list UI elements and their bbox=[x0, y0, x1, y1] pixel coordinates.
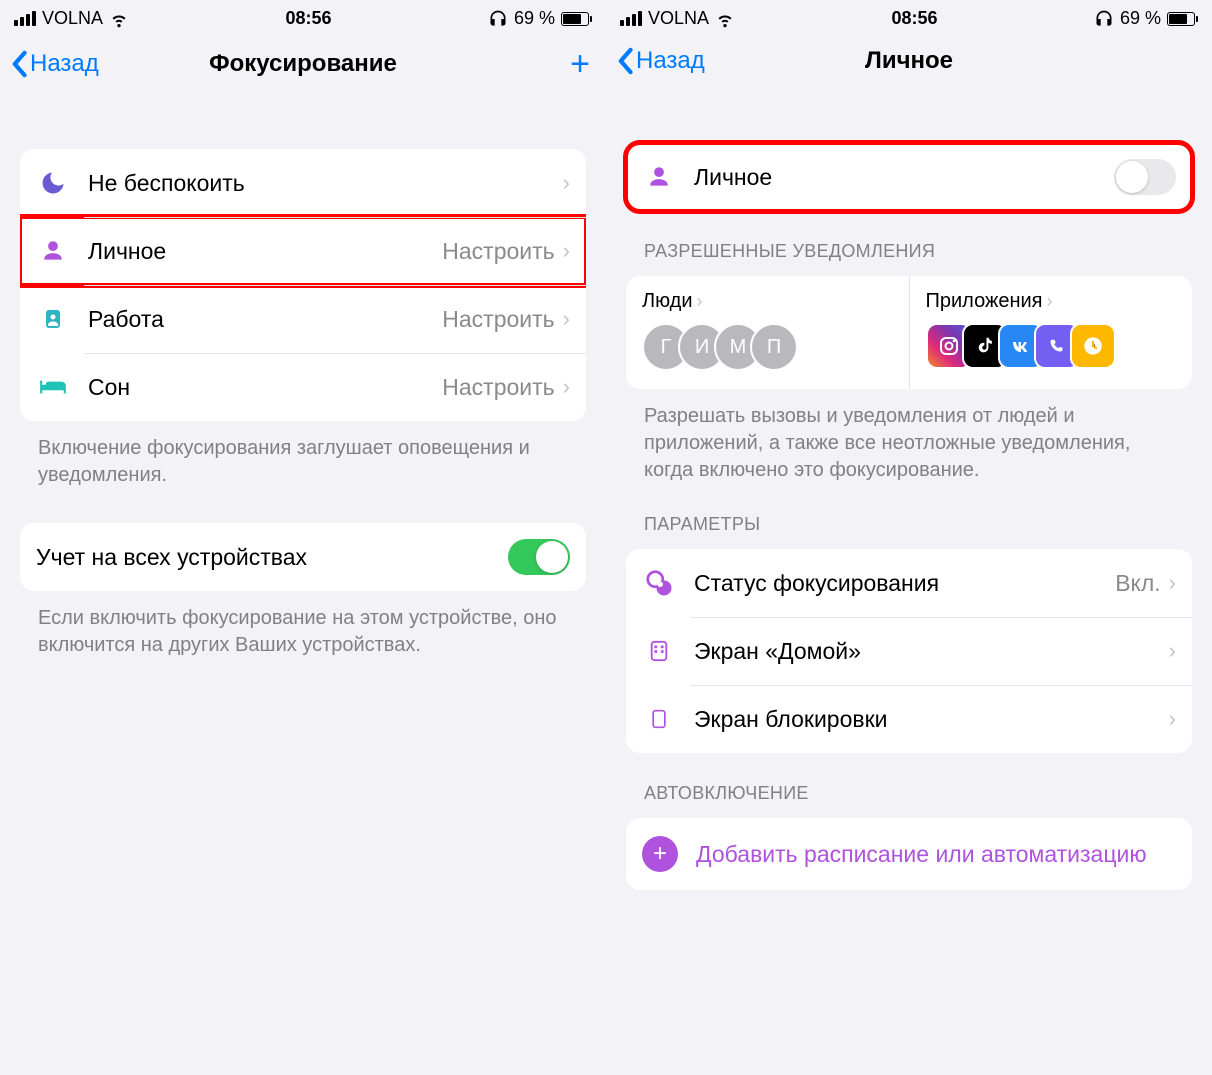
footer-text: Включение фокусирования заглушает оповещ… bbox=[20, 421, 586, 489]
chevron-right-icon: › bbox=[697, 291, 703, 312]
badge-icon bbox=[36, 302, 70, 336]
focus-row-dnd[interactable]: Не беспокоить › bbox=[20, 149, 586, 217]
param-row-status[interactable]: Статус фокусирования Вкл. › bbox=[626, 549, 1192, 617]
lock-screen-icon bbox=[642, 702, 676, 736]
row-label: Статус фокусирования bbox=[694, 570, 1115, 597]
chevron-left-icon bbox=[10, 50, 28, 78]
battery-icon bbox=[1167, 12, 1198, 26]
status-time: 08:56 bbox=[891, 8, 937, 29]
row-label: Личное bbox=[694, 164, 1114, 191]
screen-focus-list: VOLNA 08:56 69 % Назад Фокусирование + Н… bbox=[0, 0, 606, 1075]
nav-bar: Назад Фокусирование + bbox=[0, 33, 606, 99]
focus-modes-group: Не беспокоить › Личное Настроить › Работ… bbox=[20, 149, 586, 421]
headphones-icon bbox=[488, 9, 508, 29]
moon-icon bbox=[36, 166, 70, 200]
chevron-right-icon: › bbox=[563, 238, 570, 264]
focus-row-personal[interactable]: Личное Настроить › bbox=[20, 217, 586, 285]
cell-signal-icon bbox=[14, 11, 36, 26]
cell-signal-icon bbox=[620, 11, 642, 26]
share-across-devices-row: Учет на всех устройствах bbox=[20, 523, 586, 591]
row-label: Сон bbox=[88, 374, 442, 401]
battery-pct: 69 % bbox=[514, 8, 555, 29]
person-icon bbox=[642, 160, 676, 194]
headphones-icon bbox=[1094, 9, 1114, 29]
section-header: ПАРАМЕТРЫ bbox=[626, 484, 1192, 545]
chevron-left-icon bbox=[616, 47, 634, 75]
back-button[interactable]: Назад bbox=[10, 50, 99, 78]
status-time: 08:56 bbox=[285, 8, 331, 29]
share-group: Учет на всех устройствах bbox=[20, 523, 586, 591]
back-label: Назад bbox=[636, 47, 705, 75]
wifi-icon bbox=[715, 9, 735, 29]
param-row-lock[interactable]: Экран блокировки › bbox=[626, 685, 1192, 753]
chevron-right-icon: › bbox=[1169, 706, 1176, 732]
section-header: РАЗРЕШЕННЫЕ УВЕДОМЛЕНИЯ bbox=[626, 211, 1192, 272]
footer-text: Если включить фокусирование на этом устр… bbox=[20, 591, 586, 659]
chevron-right-icon: › bbox=[1047, 291, 1053, 312]
back-label: Назад bbox=[30, 50, 99, 78]
row-label: Учет на всех устройствах bbox=[36, 544, 508, 571]
params-group: Статус фокусирования Вкл. › Экран «Домой… bbox=[626, 549, 1192, 753]
carrier-label: VOLNA bbox=[42, 8, 103, 29]
focus-status-icon bbox=[642, 566, 676, 600]
app-icons bbox=[926, 323, 1177, 369]
apps-title: Приложения bbox=[926, 290, 1043, 313]
row-detail: Настроить bbox=[442, 306, 554, 333]
row-label: Экран блокировки bbox=[694, 706, 1169, 733]
avatar: П bbox=[750, 323, 798, 371]
row-label: Экран «Домой» bbox=[694, 638, 1169, 665]
main-toggle-group: Личное bbox=[626, 143, 1192, 211]
add-schedule-label: Добавить расписание или автоматизацию bbox=[696, 840, 1147, 869]
row-detail: Настроить bbox=[442, 238, 554, 265]
share-toggle[interactable] bbox=[508, 539, 570, 575]
plus-circle-icon: + bbox=[642, 836, 678, 872]
personal-toggle-row: Личное bbox=[626, 143, 1192, 211]
chevron-right-icon: › bbox=[563, 306, 570, 332]
people-title: Люди bbox=[642, 290, 693, 313]
chevron-right-icon: › bbox=[563, 374, 570, 400]
nav-bar: Назад Личное bbox=[606, 33, 1212, 93]
row-label: Работа bbox=[88, 306, 442, 333]
focus-row-sleep[interactable]: Сон Настроить › bbox=[20, 353, 586, 421]
status-bar: VOLNA 08:56 69 % bbox=[0, 0, 606, 33]
home-screen-icon bbox=[642, 634, 676, 668]
focus-row-work[interactable]: Работа Настроить › bbox=[20, 285, 586, 353]
row-detail: Настроить bbox=[442, 374, 554, 401]
add-button[interactable]: + bbox=[570, 47, 590, 81]
battery-icon bbox=[561, 12, 592, 26]
clock-icon bbox=[1070, 323, 1116, 369]
footer-text: Разрешать вызовы и уведомления от людей … bbox=[626, 389, 1192, 484]
wifi-icon bbox=[109, 9, 129, 29]
row-label: Не беспокоить bbox=[88, 170, 563, 197]
people-avatars: Г И М П bbox=[642, 323, 893, 371]
param-row-home[interactable]: Экран «Домой» › bbox=[626, 617, 1192, 685]
bed-icon bbox=[36, 370, 70, 404]
section-header: АВТОВКЛЮЧЕНИЕ bbox=[626, 753, 1192, 814]
carrier-label: VOLNA bbox=[648, 8, 709, 29]
allowed-notifications-card: Люди› Г И М П Приложения› bbox=[626, 276, 1192, 389]
row-label: Личное bbox=[88, 238, 442, 265]
person-icon bbox=[36, 234, 70, 268]
battery-pct: 69 % bbox=[1120, 8, 1161, 29]
add-schedule-row[interactable]: + Добавить расписание или автоматизацию bbox=[626, 818, 1192, 890]
back-button[interactable]: Назад bbox=[616, 47, 705, 75]
personal-toggle[interactable] bbox=[1114, 159, 1176, 195]
row-detail: Вкл. bbox=[1115, 570, 1160, 597]
allowed-apps[interactable]: Приложения› bbox=[910, 276, 1193, 389]
screen-personal-focus: VOLNA 08:56 69 % Назад Личное Личное РАЗ… bbox=[606, 0, 1212, 1075]
allowed-people[interactable]: Люди› Г И М П bbox=[626, 276, 910, 389]
chevron-right-icon: › bbox=[1169, 638, 1176, 664]
chevron-right-icon: › bbox=[1169, 570, 1176, 596]
status-bar: VOLNA 08:56 69 % bbox=[606, 0, 1212, 33]
chevron-right-icon: › bbox=[563, 170, 570, 196]
